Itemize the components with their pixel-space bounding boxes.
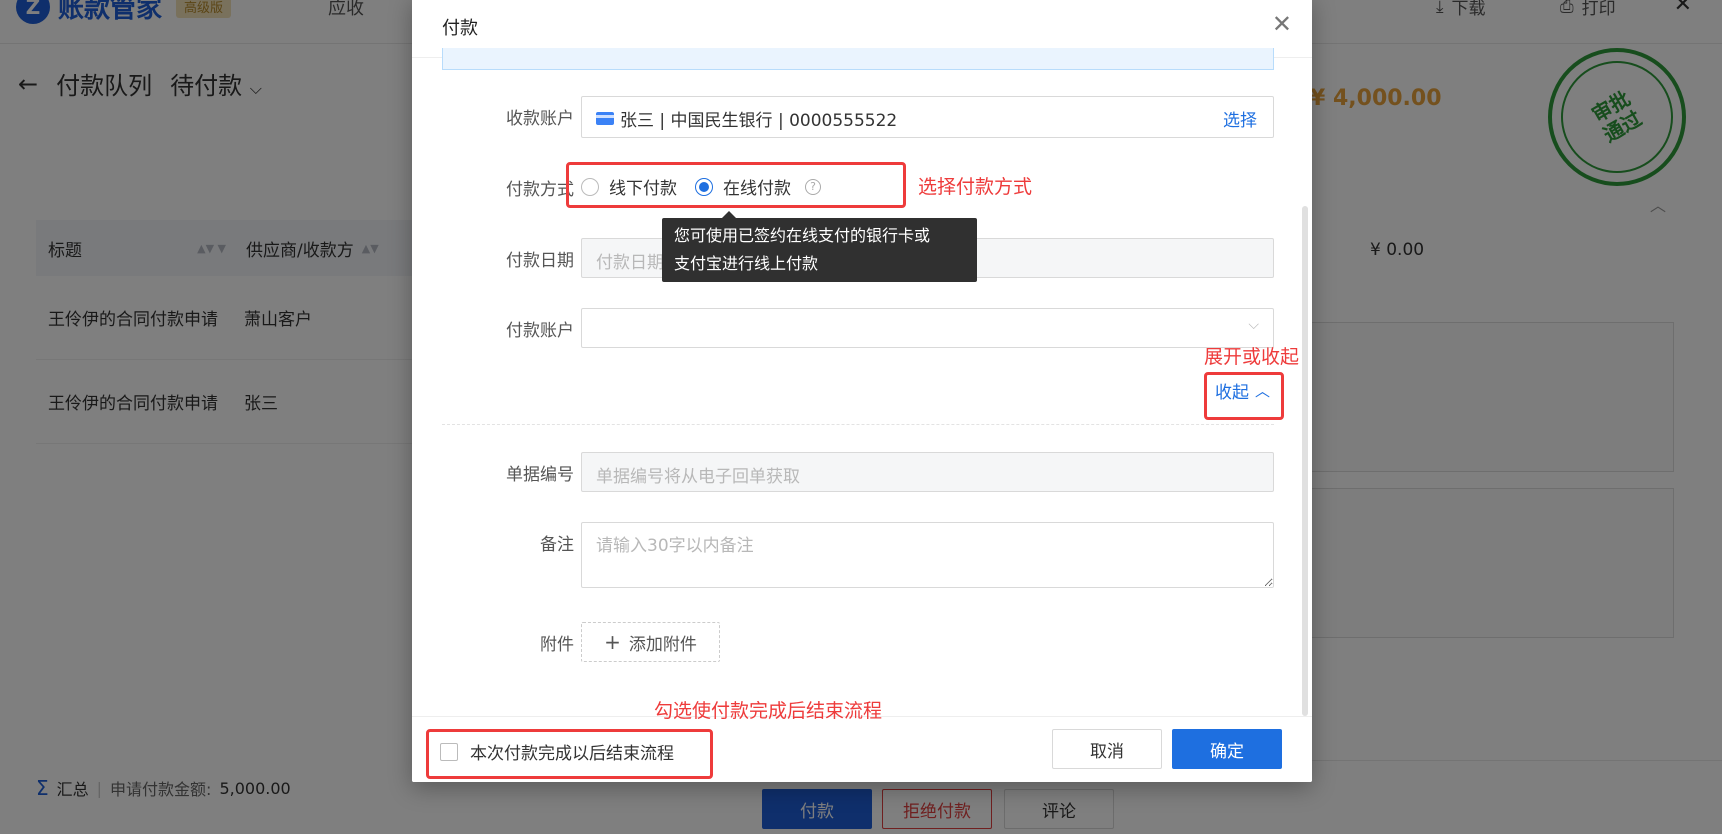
doc-number-field[interactable]: 单据编号将从电子回单获取 bbox=[581, 452, 1274, 492]
annotation-method-note: 选择付款方式 bbox=[918, 176, 1033, 198]
payment-account-label: 付款账户 bbox=[506, 321, 574, 341]
cancel-button[interactable]: 取消 bbox=[1052, 729, 1162, 769]
payee-account-field[interactable]: 张三 | 中国民生银行 | 0000555522 选择 bbox=[581, 96, 1274, 138]
doc-number-placeholder: 单据编号将从电子回单获取 bbox=[596, 467, 800, 487]
annotation-box-method bbox=[566, 162, 906, 208]
plus-icon: + bbox=[604, 630, 621, 654]
add-attachment-button[interactable]: + 添加附件 bbox=[581, 622, 720, 662]
annotation-box-collapse bbox=[1204, 372, 1284, 420]
payment-date-label: 付款日期 bbox=[506, 251, 574, 271]
payment-modal: 付款 ✕ 收款账户 张三 | 中国民生银行 | 0000555522 选择 付款… bbox=[412, 0, 1312, 782]
doc-number-label: 单据编号 bbox=[506, 465, 574, 485]
tooltip-line-2: 支付宝进行线上付款 bbox=[674, 254, 819, 273]
info-strip bbox=[442, 48, 1274, 70]
remark-label: 备注 bbox=[540, 535, 574, 555]
payee-account-value: 张三 | 中国民生银行 | 0000555522 bbox=[596, 106, 897, 131]
annotation-box-end-flow bbox=[426, 729, 713, 779]
annotation-collapse-note: 展开或收起 bbox=[1204, 346, 1300, 368]
section-divider bbox=[442, 424, 1274, 425]
chevron-down-icon: ⌵ bbox=[1248, 317, 1259, 333]
confirm-button[interactable]: 确定 bbox=[1172, 729, 1282, 769]
remark-textarea[interactable] bbox=[581, 522, 1274, 588]
bank-card-icon bbox=[596, 112, 614, 125]
online-payment-tooltip: 您可使用已签约在线支付的银行卡或 支付宝进行线上付款 bbox=[662, 211, 977, 282]
tooltip-line-1: 您可使用已签约在线支付的银行卡或 bbox=[674, 226, 931, 245]
payee-account-label: 收款账户 bbox=[506, 109, 574, 129]
payment-date-placeholder: 付款日期 bbox=[596, 253, 664, 273]
annotation-end-flow-note: 勾选使付款完成后结束流程 bbox=[654, 700, 883, 722]
select-account-link[interactable]: 选择 bbox=[1223, 106, 1257, 131]
payee-account-text: 张三 | 中国民生银行 | 0000555522 bbox=[620, 111, 898, 131]
modal-title: 付款 bbox=[442, 18, 478, 39]
payment-method-label: 付款方式 bbox=[506, 180, 574, 200]
add-attachment-label: 添加附件 bbox=[628, 634, 697, 655]
attachment-label: 附件 bbox=[540, 635, 574, 655]
close-icon[interactable]: ✕ bbox=[1272, 10, 1292, 38]
payment-account-select[interactable]: ⌵ bbox=[581, 308, 1274, 348]
scrollbar[interactable] bbox=[1302, 206, 1308, 716]
